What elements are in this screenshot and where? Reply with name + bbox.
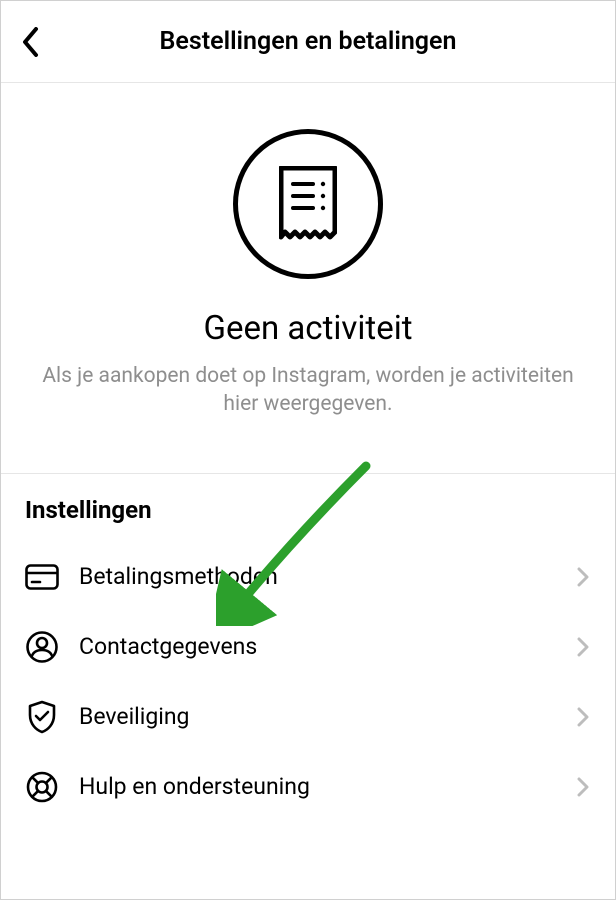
settings-section: Instellingen Betalingsmethoden Contactge… [1, 474, 615, 822]
chevron-right-icon [575, 635, 591, 659]
receipt-icon-circle [233, 129, 383, 279]
settings-item-label: Betalingsmethoden [79, 563, 575, 590]
settings-section-title: Instellingen [1, 496, 615, 542]
empty-state: Geen activiteit Als je aankopen doet op … [1, 83, 615, 474]
page-title: Bestellingen en betalingen [1, 27, 615, 56]
chevron-right-icon [575, 705, 591, 729]
back-button[interactable] [17, 28, 45, 56]
contact-icon [25, 630, 59, 664]
chevron-right-icon [575, 775, 591, 799]
settings-item-label: Hulp en ondersteuning [79, 773, 575, 800]
empty-state-description: Als je aankopen doet op Instagram, worde… [1, 362, 615, 419]
settings-item-contact-details[interactable]: Contactgegevens [1, 612, 615, 682]
settings-item-help-support[interactable]: Hulp en ondersteuning [1, 752, 615, 822]
lifebuoy-icon [25, 770, 59, 804]
settings-item-security[interactable]: Beveiliging [1, 682, 615, 752]
chevron-left-icon [22, 27, 40, 57]
settings-item-label: Beveiliging [79, 703, 575, 730]
card-icon [25, 560, 59, 594]
receipt-icon [279, 166, 337, 242]
header: Bestellingen en betalingen [1, 1, 615, 83]
settings-item-payment-methods[interactable]: Betalingsmethoden [1, 542, 615, 612]
chevron-right-icon [575, 565, 591, 589]
shield-check-icon [25, 700, 59, 734]
empty-state-title: Geen activiteit [1, 309, 615, 348]
settings-item-label: Contactgegevens [79, 633, 575, 660]
